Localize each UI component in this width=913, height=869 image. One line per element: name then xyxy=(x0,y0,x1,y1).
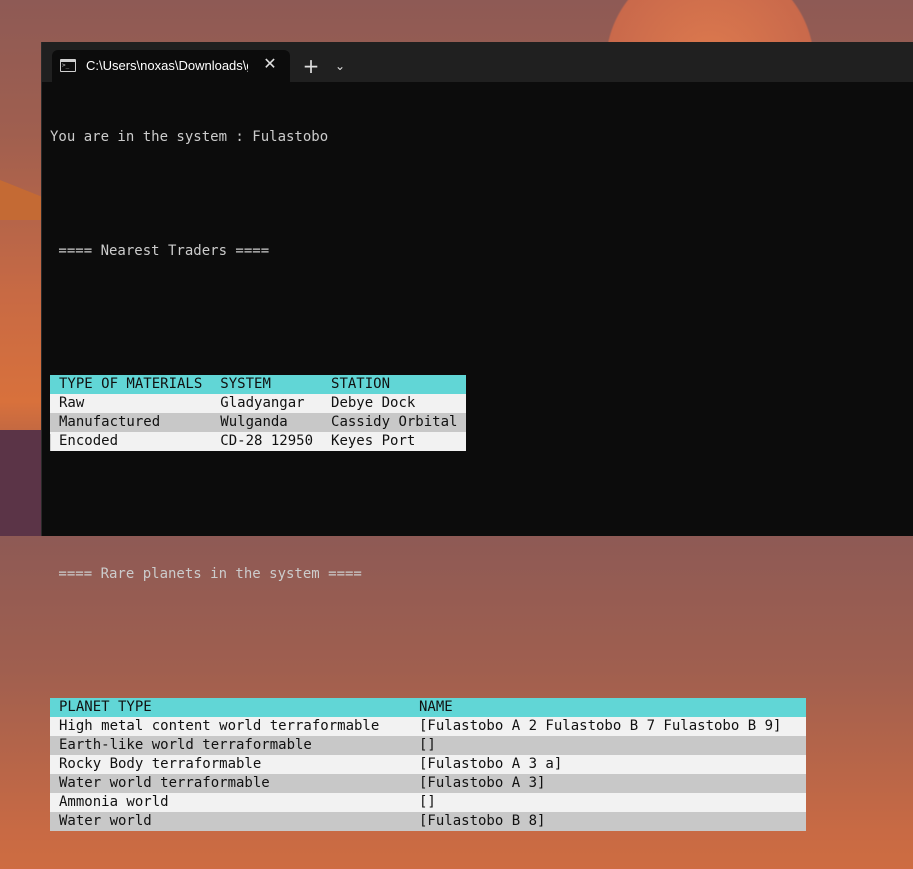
table-row: Water world terraformable [Fulastobo A 3… xyxy=(50,774,806,793)
table-cell: Encoded xyxy=(59,433,119,449)
table-cell: Raw xyxy=(59,395,85,411)
table-row: Ammonia world [] xyxy=(50,793,806,812)
table-cell: Water world terraformable xyxy=(59,775,270,791)
table-cell: [Fulastobo B 8] xyxy=(419,813,546,829)
column-header: SYSTEM xyxy=(220,376,271,392)
table-row: Encoded CD-28 12950 Keyes Port xyxy=(50,432,467,451)
table-cell: Rocky Body terraformable xyxy=(59,756,262,772)
table-cell: Gladyangar xyxy=(220,395,305,411)
column-header: STATION xyxy=(331,376,391,392)
table-cell: [] xyxy=(419,794,436,810)
table-row: Earth-like world terraformable [] xyxy=(50,736,806,755)
terminal-window: C:\Users\noxas\Downloads\gc ✕ + ⌄ You ar… xyxy=(41,42,913,831)
column-header: PLANET TYPE xyxy=(59,699,152,715)
table-cell: Cassidy Orbital xyxy=(331,414,458,430)
table-cell: High metal content world terraformable xyxy=(59,718,380,734)
table-cell: Manufactured xyxy=(59,414,161,430)
terminal-output: You are in the system : Fulastobo ==== N… xyxy=(50,90,806,869)
table-row: High metal content world terraformable [… xyxy=(50,717,806,736)
table-cell: [Fulastobo A 2 Fulastobo B 7 Fulastobo B… xyxy=(419,718,782,734)
table-cell: CD-28 12950 xyxy=(220,433,314,449)
title-bar: C:\Users\noxas\Downloads\gc ✕ + ⌄ xyxy=(42,42,913,82)
table-row: Manufactured Wulganda Cassidy Orbital xyxy=(50,413,467,432)
chevron-down-icon[interactable]: ⌄ xyxy=(330,55,350,77)
new-tab-button[interactable]: + xyxy=(300,55,322,77)
table-cell: [Fulastobo A 3] xyxy=(419,775,546,791)
table-cell: Debye Dock xyxy=(331,395,416,411)
column-header: NAME xyxy=(419,699,453,715)
traders-table: TYPE OF MATERIALS SYSTEM STATION Raw Gla… xyxy=(50,375,467,451)
table-cell: Ammonia world xyxy=(59,794,169,810)
tab-title: C:\Users\noxas\Downloads\gc xyxy=(86,58,248,73)
table-row: Raw Gladyangar Debye Dock xyxy=(50,394,467,413)
table-cell: [] xyxy=(419,737,436,753)
traders-heading: ==== Nearest Traders ==== xyxy=(50,243,270,259)
column-header: TYPE OF MATERIALS xyxy=(59,376,203,392)
table-cell: Water world xyxy=(59,813,152,829)
table-row: Rocky Body terraformable [Fulastobo A 3 … xyxy=(50,755,806,774)
close-tab-icon[interactable]: ✕ xyxy=(260,54,280,74)
table-row: Water world [Fulastobo B 8] xyxy=(50,812,806,831)
table-cell: Wulganda xyxy=(220,414,288,430)
table-cell: [Fulastobo A 3 a] xyxy=(419,756,563,772)
table-cell: Keyes Port xyxy=(331,433,416,449)
rare-planets-heading: ==== Rare planets in the system ==== xyxy=(50,566,362,582)
planets-table: PLANET TYPE NAME High metal content worl… xyxy=(50,698,806,831)
table-header-row: PLANET TYPE NAME xyxy=(50,698,806,717)
table-cell: Earth-like world terraformable xyxy=(59,737,312,753)
command-prompt-icon xyxy=(60,59,76,72)
system-line: You are in the system : Fulastobo xyxy=(50,129,329,145)
tab-terminal[interactable]: C:\Users\noxas\Downloads\gc ✕ xyxy=(52,50,290,82)
table-header-row: TYPE OF MATERIALS SYSTEM STATION xyxy=(50,375,467,394)
text-cursor xyxy=(50,434,51,451)
